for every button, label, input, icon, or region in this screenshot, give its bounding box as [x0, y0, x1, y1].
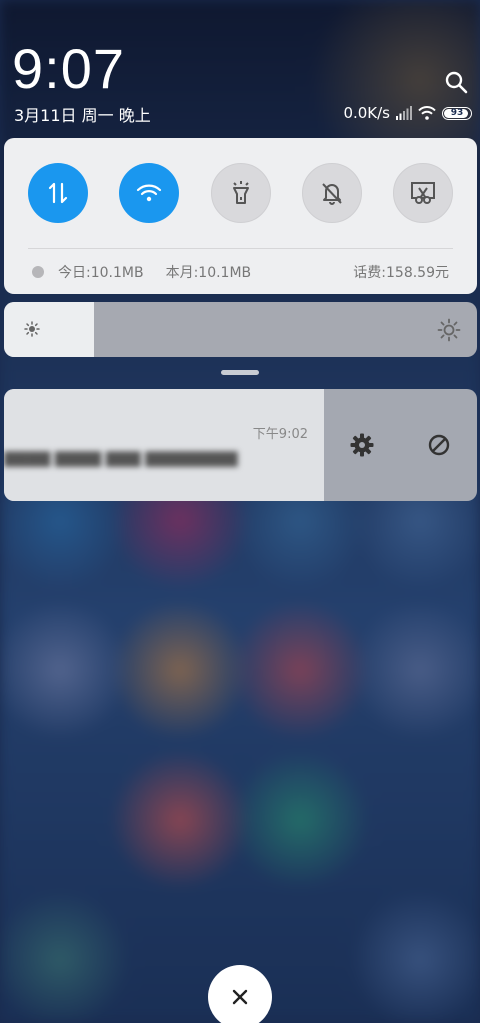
status-indicators: 0.0K/s 93	[343, 102, 472, 124]
notification-actions	[324, 389, 477, 501]
battery-level: 93	[450, 108, 464, 118]
search-button[interactable]	[440, 66, 472, 98]
clock-time: 9:07	[12, 37, 125, 100]
wifi-icon	[137, 184, 162, 202]
toggle-wifi[interactable]	[119, 163, 180, 223]
date-label: 3月11日 周一 晚上	[14, 106, 151, 125]
phone-fee-balance: 话费:158.59元	[353, 265, 449, 281]
brightness-slider[interactable]	[4, 302, 477, 357]
notification-card[interactable]: 下午9:02 ▇▇▇▇ ▇▇▇▇ ▇▇▇ ▇▇▇▇▇▇▇▇	[4, 389, 477, 501]
clear-all-button[interactable]	[208, 965, 272, 1023]
toggle-flashlight[interactable]	[210, 163, 271, 223]
notification-block-button[interactable]	[419, 425, 459, 465]
notification-settings-button[interactable]	[342, 425, 382, 465]
notification-text: ▇▇▇▇ ▇▇▇▇ ▇▇▇ ▇▇▇▇▇▇▇▇	[4, 449, 238, 467]
block-icon	[428, 434, 449, 456]
panel-divider	[28, 248, 453, 249]
toggle-mute[interactable]	[301, 163, 362, 223]
data-usage-row[interactable]: 今日:10.1MB 本月:10.1MB 话费:158.59元	[32, 262, 449, 282]
brightness-fill	[4, 302, 94, 357]
quick-toggles-row	[28, 163, 453, 223]
notification-shade: 9:07 3月11日 周一 晚上 0.0K/s 93 今日:10.1MB 本月:…	[0, 0, 480, 1023]
usage-today: 今日:10.1MB	[58, 265, 144, 281]
toggle-mobile-data[interactable]	[28, 163, 88, 223]
notification-content[interactable]: 下午9:02 ▇▇▇▇ ▇▇▇▇ ▇▇▇ ▇▇▇▇▇▇▇▇	[4, 389, 324, 501]
shade-drag-handle[interactable]	[221, 370, 259, 375]
battery-icon: 93	[442, 106, 472, 120]
search-icon	[445, 71, 468, 94]
bell-off-icon	[322, 183, 342, 205]
net-speed: 0.0K/s	[343, 104, 390, 122]
brightness-low-icon	[24, 321, 40, 337]
signal-icon	[396, 106, 412, 120]
wifi-status-icon	[418, 106, 436, 120]
notification-time: 下午9:02	[252, 427, 308, 442]
close-icon	[232, 989, 248, 1005]
data-arrows-icon	[48, 182, 68, 204]
toggle-screenshot[interactable]	[393, 163, 453, 223]
gear-icon	[350, 433, 374, 457]
usage-dot-icon	[32, 266, 44, 278]
quick-settings-panel: 今日:10.1MB 本月:10.1MB 话费:158.59元	[4, 138, 477, 294]
flashlight-icon	[232, 181, 249, 204]
usage-month: 本月:10.1MB	[165, 265, 252, 281]
brightness-high-icon	[437, 318, 461, 342]
scissors-icon	[411, 182, 435, 204]
